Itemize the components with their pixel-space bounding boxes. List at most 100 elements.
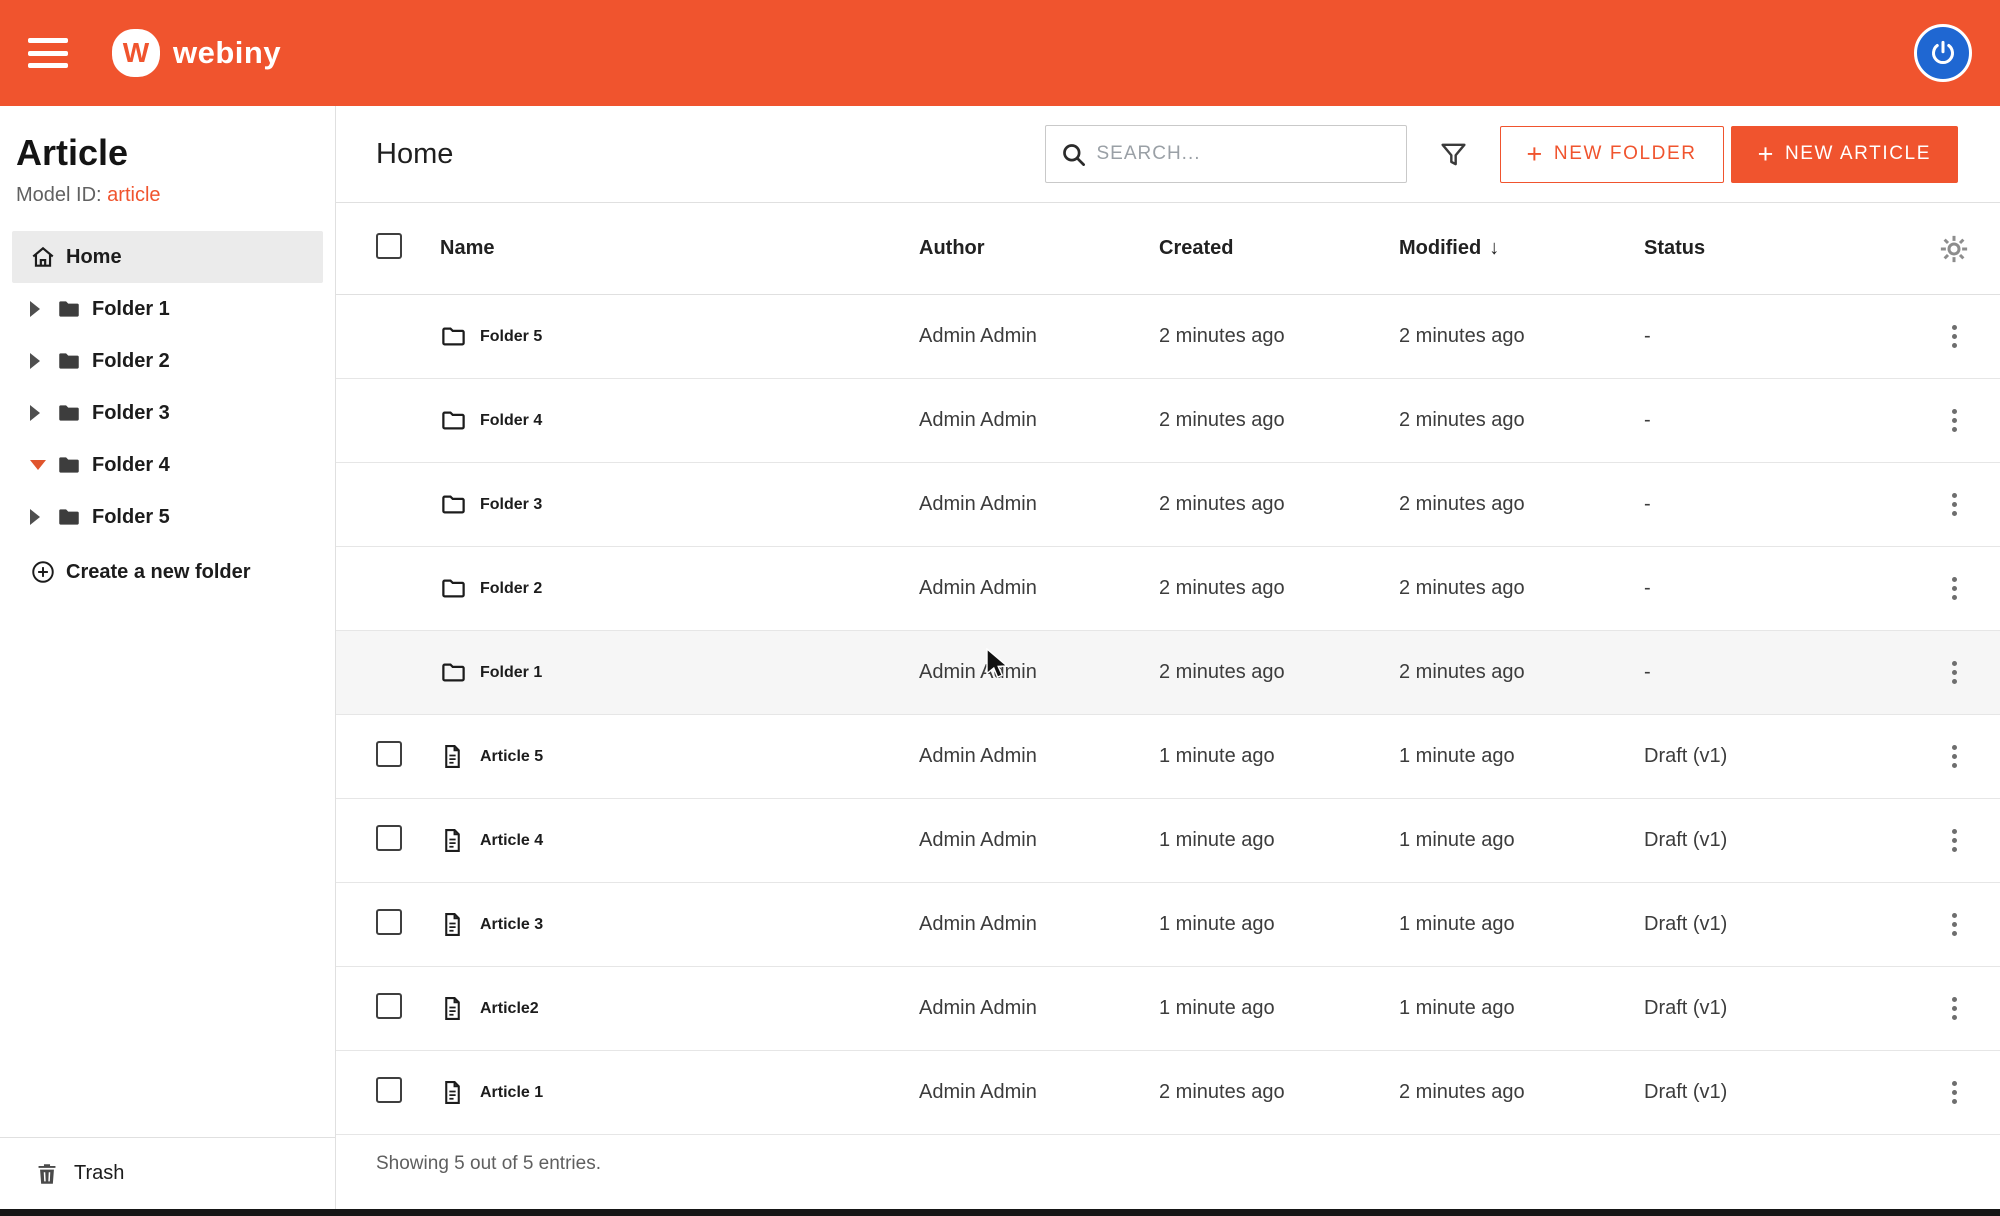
row-created: 2 minutes ago: [1159, 577, 1399, 600]
sidebar-item-folder-5[interactable]: Folder 5: [12, 491, 323, 543]
sidebar-item-folder-1[interactable]: Folder 1: [12, 283, 323, 335]
plus-circle-icon: [30, 559, 56, 585]
row-modified: 2 minutes ago: [1399, 325, 1644, 348]
sidebar-item-folder-3[interactable]: Folder 3: [12, 387, 323, 439]
row-modified: 2 minutes ago: [1399, 661, 1644, 684]
caret-down-icon[interactable]: [30, 460, 56, 470]
select-all-checkbox[interactable]: [376, 233, 402, 259]
table-footer: Showing 5 out of 5 entries.: [336, 1135, 2000, 1209]
table-row-folder-1[interactable]: Folder 1 Admin Admin 2 minutes ago 2 min…: [336, 631, 2000, 715]
sidebar-item-label: Folder 5: [92, 506, 170, 529]
row-name: Article 5: [480, 748, 543, 766]
table-row-article-1[interactable]: Article 1 Admin Admin 2 minutes ago 2 mi…: [336, 1051, 2000, 1135]
sidebar-item-label: Home: [66, 246, 122, 269]
main-panel: Home + NEW FOLDER + NEW ARTICLE: [336, 106, 2000, 1209]
column-header-modified[interactable]: Modified↓: [1399, 237, 1644, 260]
folder-icon: [56, 296, 86, 322]
row-status: -: [1644, 493, 1922, 516]
search-box[interactable]: [1045, 125, 1407, 183]
table-row-article-5[interactable]: Article 5 Admin Admin 1 minute ago 1 min…: [336, 715, 2000, 799]
content-header: Home + NEW FOLDER + NEW ARTICLE: [336, 106, 2000, 203]
entries-count-text: Showing 5 out of 5 entries.: [376, 1153, 601, 1175]
row-status: Draft (v1): [1644, 997, 1922, 1020]
caret-right-icon[interactable]: [30, 405, 56, 421]
row-name: Article 1: [480, 1084, 543, 1102]
top-bar: W webiny: [0, 0, 2000, 106]
row-modified: 1 minute ago: [1399, 913, 1644, 936]
new-article-button[interactable]: + NEW ARTICLE: [1731, 126, 1958, 183]
table-settings-button[interactable]: [1939, 234, 1969, 264]
create-new-folder-button[interactable]: Create a new folder: [0, 559, 335, 585]
user-avatar[interactable]: [1914, 24, 1972, 82]
row-menu-button[interactable]: [1946, 319, 1963, 354]
filter-button[interactable]: [1439, 140, 1468, 169]
row-menu-button[interactable]: [1946, 907, 1963, 942]
row-menu-button[interactable]: [1946, 823, 1963, 858]
folder-icon: [440, 575, 480, 602]
sidebar-item-folder-4[interactable]: Folder 4: [12, 439, 323, 491]
row-checkbox[interactable]: [376, 909, 402, 935]
new-folder-label: NEW FOLDER: [1554, 143, 1697, 165]
column-header-created[interactable]: Created: [1159, 237, 1399, 260]
row-menu-button[interactable]: [1946, 403, 1963, 438]
table-row-article-2[interactable]: Article2 Admin Admin 1 minute ago 1 minu…: [336, 967, 2000, 1051]
row-checkbox[interactable]: [376, 1077, 402, 1103]
sidebar-item-label: Folder 2: [92, 350, 170, 373]
folder-icon: [440, 659, 480, 686]
row-menu-button[interactable]: [1946, 571, 1963, 606]
row-author: Admin Admin: [919, 913, 1159, 936]
row-menu-button[interactable]: [1946, 991, 1963, 1026]
row-checkbox[interactable]: [376, 825, 402, 851]
folder-icon: [56, 348, 86, 374]
row-author: Admin Admin: [919, 409, 1159, 432]
caret-right-icon[interactable]: [30, 353, 56, 369]
sidebar: Article Model ID: article Home: [0, 106, 336, 1209]
power-icon: [1928, 38, 1958, 68]
row-created: 2 minutes ago: [1159, 409, 1399, 432]
sort-descending-icon: ↓: [1489, 237, 1499, 259]
folder-icon: [56, 452, 86, 478]
row-created: 2 minutes ago: [1159, 1081, 1399, 1104]
row-modified: 1 minute ago: [1399, 829, 1644, 852]
table-row-article-3[interactable]: Article 3 Admin Admin 1 minute ago 1 min…: [336, 883, 2000, 967]
table-header-row: Name Author Created Modified↓ Status: [336, 203, 2000, 295]
folder-icon: [440, 407, 480, 434]
trash-button[interactable]: Trash: [0, 1137, 335, 1209]
search-icon: [1060, 141, 1087, 168]
sidebar-item-folder-2[interactable]: Folder 2: [12, 335, 323, 387]
row-menu-button[interactable]: [1946, 739, 1963, 774]
row-modified: 1 minute ago: [1399, 745, 1644, 768]
row-menu-button[interactable]: [1946, 655, 1963, 690]
column-header-status[interactable]: Status: [1644, 237, 1922, 260]
row-name: Article 4: [480, 832, 543, 850]
folder-tree: Home Folder 1 Folder 2: [0, 231, 335, 1137]
filter-funnel-icon: [1439, 140, 1468, 169]
row-checkbox[interactable]: [376, 741, 402, 767]
row-name: Article2: [480, 1000, 539, 1018]
table-row-folder-3[interactable]: Folder 3 Admin Admin 2 minutes ago 2 min…: [336, 463, 2000, 547]
column-header-name[interactable]: Name: [440, 237, 919, 260]
search-input[interactable]: [1097, 143, 1392, 165]
row-menu-button[interactable]: [1946, 487, 1963, 522]
row-menu-button[interactable]: [1946, 1075, 1963, 1110]
gear-icon: [1939, 234, 1969, 264]
row-modified: 1 minute ago: [1399, 997, 1644, 1020]
trash-icon: [34, 1161, 60, 1187]
row-checkbox[interactable]: [376, 993, 402, 1019]
column-header-author[interactable]: Author: [919, 237, 1159, 260]
hamburger-menu-icon[interactable]: [28, 38, 68, 68]
bottom-bar: [0, 1209, 2000, 1216]
row-created: 1 minute ago: [1159, 997, 1399, 1020]
table-row-folder-2[interactable]: Folder 2 Admin Admin 2 minutes ago 2 min…: [336, 547, 2000, 631]
new-folder-button[interactable]: + NEW FOLDER: [1500, 126, 1724, 183]
trash-label: Trash: [74, 1162, 124, 1185]
caret-right-icon[interactable]: [30, 301, 56, 317]
row-status: Draft (v1): [1644, 913, 1922, 936]
table-row-folder-5[interactable]: Folder 5 Admin Admin 2 minutes ago 2 min…: [336, 295, 2000, 379]
table-row-article-4[interactable]: Article 4 Admin Admin 1 minute ago 1 min…: [336, 799, 2000, 883]
sidebar-item-home[interactable]: Home: [12, 231, 323, 283]
caret-right-icon[interactable]: [30, 509, 56, 525]
table-row-folder-4[interactable]: Folder 4 Admin Admin 2 minutes ago 2 min…: [336, 379, 2000, 463]
webiny-logo[interactable]: W webiny: [112, 29, 281, 77]
row-created: 2 minutes ago: [1159, 661, 1399, 684]
